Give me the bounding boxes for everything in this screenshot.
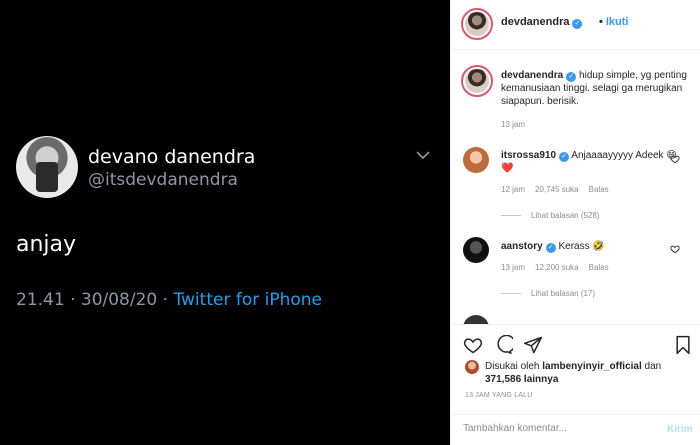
follow-label: Ikuti — [605, 16, 629, 28]
comment-item: aanstory ✓ Kerass 🤣 — [501, 240, 689, 253]
comment-time: 13 jam — [501, 263, 526, 272]
action-bar: Disukai oleh lambenyinyir_official dan 3… — [451, 324, 700, 414]
comment-icon[interactable] — [493, 335, 513, 355]
comment-like-icon[interactable] — [670, 154, 680, 164]
likes-prefix: Disukai oleh — [485, 361, 543, 372]
follow-button[interactable]: • Ikuti — [599, 16, 628, 28]
tweet-handle: @itsdevdanendra — [88, 170, 238, 190]
likes-summary[interactable]: Disukai oleh lambenyinyir_official dan 3… — [485, 360, 695, 386]
comment-like-icon[interactable] — [670, 244, 680, 254]
comment-meta: 12 jam 20,745 suka Balas — [501, 185, 619, 194]
tweet-avatar — [16, 136, 78, 198]
caption-username[interactable]: devdanendra — [501, 70, 563, 81]
bookmark-icon[interactable] — [673, 335, 693, 355]
comment-username[interactable]: aanstory — [501, 241, 543, 252]
header-username[interactable]: devdanendra ✓ — [501, 16, 583, 29]
comment-username[interactable]: itsrossa910 — [501, 150, 556, 161]
heart-icon[interactable] — [463, 335, 483, 355]
comment-text: Kerass 🤣 — [558, 241, 605, 252]
comment-meta: 13 jam 12,200 suka Balas — [501, 263, 619, 272]
comment-avatar[interactable] — [463, 315, 489, 324]
chevron-down-icon — [416, 151, 430, 160]
liker-avatar[interactable] — [465, 360, 479, 374]
share-icon[interactable] — [523, 335, 543, 355]
likes-user[interactable]: lambenyinyir_official — [542, 361, 641, 372]
post-sidebar: devdanendra ✓ • Ikuti devdanendra ✓ hidup s… — [450, 0, 700, 445]
reply-button[interactable]: Balas — [589, 185, 609, 194]
reply-button[interactable]: Balas — [589, 263, 609, 272]
post-comment-button[interactable]: Kirim — [667, 424, 693, 435]
caption: devdanendra ✓ hidup simple, yg penting ke… — [501, 69, 689, 108]
tweet-time: 21.41 · 30/08/20 · — [16, 290, 174, 310]
post-time[interactable]: 13 JAM YANG LALU — [465, 392, 533, 399]
comment-input[interactable] — [463, 423, 653, 434]
comments-list[interactable]: devdanendra ✓ hidup simple, yg penting ke… — [451, 51, 700, 324]
follow-separator: • — [599, 16, 603, 28]
tweet-meta: 21.41 · 30/08/20 · Twitter for iPhone — [16, 290, 322, 310]
tweet-text: anjay — [16, 232, 77, 257]
caption-avatar[interactable] — [461, 65, 493, 97]
comment-time: 12 jam — [501, 185, 526, 194]
comment-composer: Kirim — [451, 414, 700, 445]
post-media[interactable]: devano danendra @itsdevdanendra anjay 21… — [0, 0, 450, 445]
verified-icon: ✓ — [566, 72, 577, 82]
comment-avatar[interactable] — [463, 237, 489, 263]
verified-icon: ✓ — [559, 152, 570, 162]
comment-avatar[interactable] — [463, 147, 489, 173]
likes-middle: dan — [641, 361, 662, 372]
avatar[interactable] — [461, 8, 493, 40]
view-replies-button[interactable]: Lihat balasan (528) — [501, 211, 600, 220]
tweet-source: Twitter for iPhone — [173, 290, 322, 310]
post-header: devdanendra ✓ • Ikuti — [451, 0, 700, 50]
comment-likes[interactable]: 12,200 suka — [535, 263, 579, 272]
verified-icon: ✓ — [545, 243, 556, 253]
likes-count[interactable]: 371,586 lainnya — [485, 374, 558, 385]
comment-likes[interactable]: 20,745 suka — [535, 185, 579, 194]
caption-time: 13 jam — [501, 120, 526, 129]
verified-icon: ✓ — [572, 19, 583, 29]
view-replies-button[interactable]: Lihat balasan (17) — [501, 289, 595, 298]
tweet-display-name: devano danendra — [88, 146, 256, 168]
comment-item: itsrossa910 ✓ Anjaaaayyyyy Adeek 😄❤️ — [501, 149, 689, 175]
